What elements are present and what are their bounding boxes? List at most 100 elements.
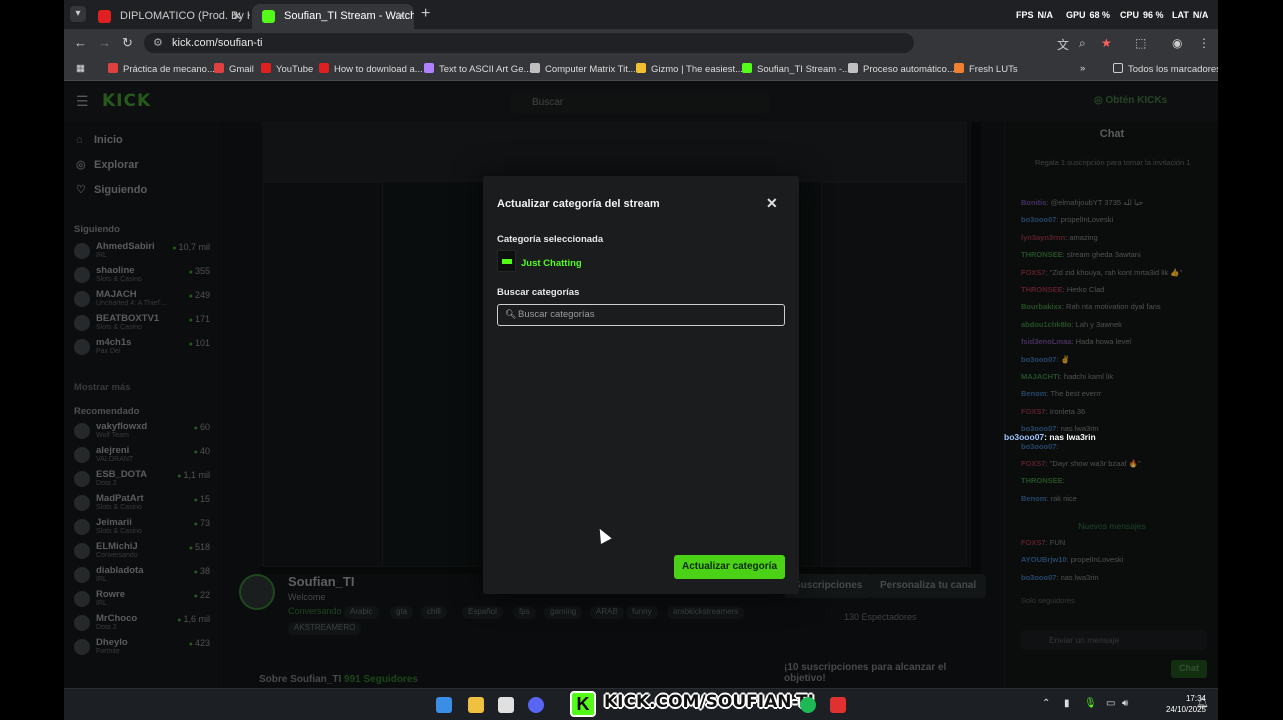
bookmark-favicon-icon xyxy=(424,63,434,73)
reload-icon[interactable]: ↻ xyxy=(122,35,133,51)
bookmark-item[interactable]: Text to ASCII Art Ge... xyxy=(424,63,531,75)
tab-title: DIPLOMATICO (Prod. By Hazer) xyxy=(120,10,250,22)
taskbar: K KICK.COM/SOUFIAN-TI ⌃ ▮ 🎙︎ ▭ 🔊︎ 17:34 2… xyxy=(64,688,1218,720)
bookmark-label: YouTube xyxy=(276,64,314,75)
bookmark-item[interactable]: Soufian_TI Stream -... xyxy=(742,63,850,75)
all-bookmarks[interactable]: Todos los marcadores xyxy=(1113,63,1218,75)
url-text: kick.com/soufian-ti xyxy=(172,37,263,49)
hud-lat-label: LAT xyxy=(1172,10,1189,20)
all-bookmarks-label: Todos los marcadores xyxy=(1128,64,1218,75)
notification-bell-icon[interactable]: 🔔︎ xyxy=(1196,698,1209,709)
search-categories-label: Buscar categorías xyxy=(497,287,580,298)
bookmark-item[interactable]: Gizmo | The easiest... xyxy=(636,63,743,75)
tray-chevron-icon[interactable]: ⌃ xyxy=(1042,698,1050,709)
bookmark-favicon-icon xyxy=(636,63,646,73)
bookmark-item[interactable]: Práctica de mecano... xyxy=(108,63,215,75)
close-tab-icon[interactable]: ✕ xyxy=(232,9,242,23)
discord-icon[interactable] xyxy=(528,697,544,713)
hud-gpu-label: GPU xyxy=(1066,10,1086,20)
hud-cpu-label: CPU xyxy=(1120,10,1140,20)
category-search-placeholder: Buscar categorías xyxy=(518,309,595,320)
windows-start-icon[interactable] xyxy=(436,697,452,713)
gmail-icon xyxy=(214,63,224,73)
highlighted-text: nas lwa3rin xyxy=(1049,432,1096,442)
store-icon[interactable] xyxy=(498,697,514,713)
kick-icon xyxy=(262,10,275,23)
bookmark-item[interactable]: Fresh LUTs xyxy=(954,63,1018,75)
network-icon[interactable]: ▭ xyxy=(1106,698,1115,709)
category-thumbnail xyxy=(497,250,516,272)
bookmark-label: Gmail xyxy=(229,64,254,75)
app-icon[interactable] xyxy=(830,697,846,713)
youtube-icon xyxy=(319,63,329,73)
new-tab-button[interactable]: + xyxy=(421,5,430,23)
spotify-icon[interactable] xyxy=(800,697,816,713)
youtube-icon xyxy=(98,10,111,23)
bookmark-favicon-icon xyxy=(848,63,858,73)
youtube-icon xyxy=(261,63,271,73)
bookmark-item[interactable]: Gmail xyxy=(214,63,254,75)
hud-fps-value: N/A xyxy=(1037,10,1054,20)
highlighted-chat-message: bo3ooo07: nas lwa3rin xyxy=(1004,432,1096,442)
update-category-modal: Actualizar categoría del stream ✕ Catego… xyxy=(483,176,799,594)
hud-cpu-value: 96 % xyxy=(1143,10,1164,20)
profile-icon[interactable]: ◉ xyxy=(1172,36,1182,50)
usb-icon[interactable]: ▮ xyxy=(1064,698,1070,709)
hud-fps-label: FPS xyxy=(1016,10,1034,20)
kick-icon: K xyxy=(570,691,596,717)
bookmark-label: Proceso automático... xyxy=(863,64,955,75)
bookmark-label: Gizmo | The easiest... xyxy=(651,64,744,75)
bookmark-star-icon[interactable]: ★ xyxy=(1101,36,1112,50)
bookmark-item[interactable]: How to download a... xyxy=(319,63,423,75)
kick-page: ☰ KICK Buscar ◎ Obtén KICKs ⌂ Inicio ◎ Exp… xyxy=(64,82,1218,688)
hud-cpu: CPU 96 % xyxy=(1120,10,1164,20)
modal-title: Actualizar categoría del stream xyxy=(497,198,660,210)
address-bar-row: ← → ↻ ⚙ kick.com/soufian-ti 文 ⌕ ★ ⬚ ◉ ⋮ xyxy=(64,29,1218,57)
apps-icon[interactable]: ▦ xyxy=(76,63,85,74)
bookmarks-bar: ▦ Práctica de mecano... Gmail YouTube Ho… xyxy=(64,57,1218,81)
extensions-icon[interactable]: ⬚ xyxy=(1135,36,1146,50)
bookmark-label: Práctica de mecano... xyxy=(123,64,215,75)
menu-icon[interactable]: ⋮ xyxy=(1198,36,1210,50)
volume-icon[interactable]: 🔊︎ xyxy=(1122,698,1128,709)
bookmark-item[interactable]: Proceso automático... xyxy=(848,63,955,75)
tab-search-button[interactable]: ▾ xyxy=(70,6,86,22)
url-field[interactable]: ⚙ kick.com/soufian-ti xyxy=(144,33,914,53)
bookmark-label: Text to ASCII Art Ge... xyxy=(439,64,532,75)
tab-title: Soufian_TI Stream - Watch Live xyxy=(284,10,414,22)
folder-icon xyxy=(1113,63,1123,73)
file-explorer-icon[interactable] xyxy=(468,697,484,713)
kick-icon xyxy=(742,63,752,73)
hud-lat: LAT N/A xyxy=(1172,10,1208,20)
category-search-input[interactable]: 🔍︎ Buscar categorías xyxy=(497,304,785,326)
selected-category[interactable]: Just Chatting xyxy=(521,258,582,269)
mic-icon[interactable]: 🎙︎ xyxy=(1084,698,1097,709)
bookmark-item[interactable]: YouTube xyxy=(261,63,313,75)
back-icon[interactable]: ← xyxy=(74,35,87,50)
tab-kick-stream[interactable]: Soufian_TI Stream - Watch Live ✕ xyxy=(252,4,414,29)
forward-icon[interactable]: → xyxy=(98,35,111,50)
zoom-icon[interactable]: ⌕ xyxy=(1079,36,1086,51)
site-info-icon[interactable]: ⚙ xyxy=(153,36,163,49)
more-bookmarks-icon[interactable]: » xyxy=(1080,63,1085,74)
close-tab-icon[interactable]: ✕ xyxy=(396,9,406,23)
screen: ▾ DIPLOMATICO (Prod. By Hazer) ✕ Soufian… xyxy=(64,0,1218,720)
highlighted-user: bo3ooo07 xyxy=(1004,432,1045,442)
hud-gpu: GPU 68 % xyxy=(1066,10,1110,20)
translate-icon[interactable]: 文 xyxy=(1057,36,1069,53)
bookmark-favicon-icon xyxy=(108,63,118,73)
bookmark-label: Fresh LUTs xyxy=(969,64,1018,75)
bookmark-item[interactable]: Computer Matrix Tit... xyxy=(530,63,636,75)
close-icon[interactable]: ✕ xyxy=(766,195,778,212)
hud-lat-value: N/A xyxy=(1192,10,1209,20)
search-icon: 🔍︎ xyxy=(505,309,517,319)
bookmark-label: How to download a... xyxy=(334,64,423,75)
browser-tab-bar: ▾ DIPLOMATICO (Prod. By Hazer) ✕ Soufian… xyxy=(64,0,1218,29)
bookmark-label: Computer Matrix Tit... xyxy=(545,64,636,75)
tab-diplomatico[interactable]: DIPLOMATICO (Prod. By Hazer) ✕ xyxy=(88,4,250,29)
watermark-text: KICK.COM/SOUFIAN-TI xyxy=(604,692,814,712)
bookmark-favicon-icon xyxy=(530,63,540,73)
update-category-button[interactable]: Actualizar categoría xyxy=(674,555,785,579)
bookmark-label: Soufian_TI Stream -... xyxy=(757,64,850,75)
selected-category-label: Categoría seleccionada xyxy=(497,234,604,245)
